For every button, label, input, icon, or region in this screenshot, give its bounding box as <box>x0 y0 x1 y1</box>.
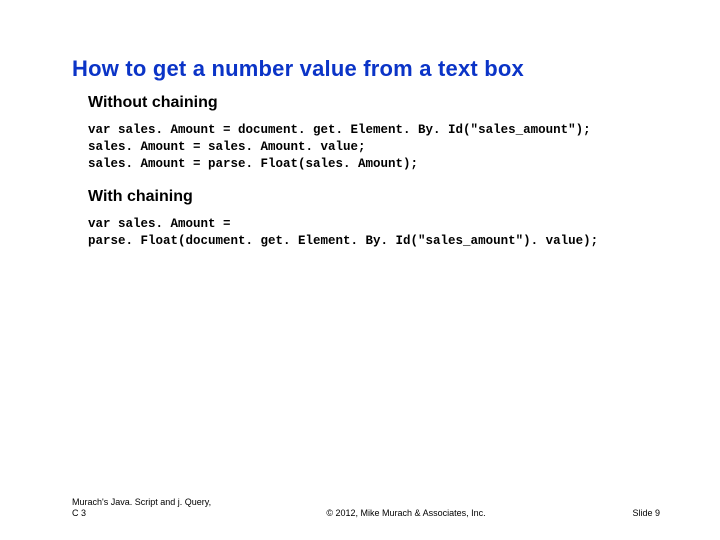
slide-footer: Murach's Java. Script and j. Query, C 3 … <box>72 497 660 518</box>
code-block-with-chaining: var sales. Amount = parse. Float(documen… <box>88 216 598 250</box>
footer-left: Murach's Java. Script and j. Query, C 3 <box>72 497 232 518</box>
section-heading-with-chaining: With chaining <box>88 188 193 206</box>
footer-copyright: © 2012, Mike Murach & Associates, Inc. <box>232 508 580 518</box>
footer-chapter: C 3 <box>72 508 86 518</box>
slide-title: How to get a number value from a text bo… <box>72 56 524 82</box>
section-heading-without-chaining: Without chaining <box>88 94 218 112</box>
footer-book-title: Murach's Java. Script and j. Query, <box>72 497 211 507</box>
slide-page: How to get a number value from a text bo… <box>0 0 720 540</box>
footer-slide-number: Slide 9 <box>580 508 660 518</box>
code-block-without-chaining: var sales. Amount = document. get. Eleme… <box>88 122 591 173</box>
